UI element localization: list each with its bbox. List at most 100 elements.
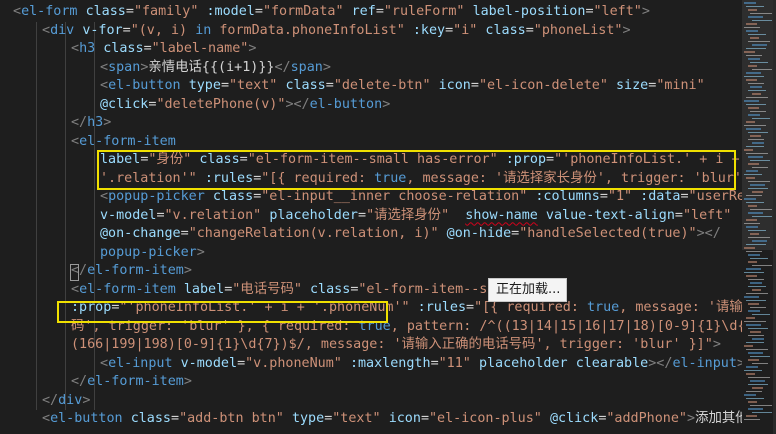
code-token: "left"	[593, 4, 642, 19]
code-line: <el-input v-model="v.phoneNum" :maxlengt…	[100, 355, 745, 374]
code-token: class	[285, 78, 326, 93]
minimap-line	[752, 264, 772, 266]
code-token: :rules	[417, 300, 467, 315]
highlight-box-phone-prop	[57, 301, 388, 323]
code-token: "v.relation"	[164, 207, 262, 223]
minimap-line	[750, 331, 761, 333]
minimap-line	[744, 51, 755, 53]
code-line: <popup-picker class = "el-input__inner cho…	[100, 188, 776, 207]
minimap-line	[746, 54, 762, 56]
code-token: icon	[388, 411, 421, 426]
code-token: =	[674, 207, 683, 223]
minimap-line	[746, 366, 758, 368]
minimap-line	[746, 415, 757, 417]
minimap-line	[744, 222, 760, 224]
code-token: >	[622, 22, 631, 38]
code-token: icon	[438, 78, 471, 93]
code-token: </	[71, 115, 88, 130]
minimap-line	[748, 261, 757, 263]
minimap-line	[750, 233, 759, 235]
minimap-line	[748, 236, 770, 238]
minimap-line	[746, 47, 766, 49]
code-token: v-model	[180, 355, 238, 371]
minimap-line	[746, 250, 762, 252]
minimap-line	[746, 268, 761, 270]
code-token: =	[525, 22, 534, 38]
code-token: ></	[648, 355, 673, 371]
code-token: "left"	[682, 207, 732, 223]
code-token: </	[274, 59, 291, 75]
minimap-line	[746, 79, 757, 81]
code-token: label	[183, 281, 225, 297]
minimap-line	[750, 110, 766, 112]
minimap-line	[746, 145, 764, 147]
code-token: ></	[696, 226, 721, 241]
minimap-line	[750, 380, 765, 382]
code-editor[interactable]: <el-form class="family" :model="formData…	[0, 0, 776, 434]
code-line: <el-form class="family" :model="formData…	[13, 3, 650, 22]
minimap-line	[748, 334, 764, 336]
minimap-line	[746, 341, 764, 343]
code-token: value-text-align	[545, 207, 675, 223]
code-token: label-position	[472, 4, 586, 19]
minimap-line	[744, 149, 753, 151]
minimap-line	[748, 229, 766, 231]
minimap-line	[746, 243, 766, 245]
minimap-line	[750, 135, 761, 137]
minimap-line	[744, 2, 756, 4]
code-token: "delete-btn"	[333, 78, 431, 93]
code-line: </h3>	[71, 114, 111, 133]
code-token: >	[641, 4, 650, 19]
code-token: el-form	[21, 4, 78, 19]
minimap[interactable]	[742, 0, 776, 434]
minimap-line	[746, 373, 755, 375]
minimap-line	[744, 75, 764, 77]
minimap-line	[752, 93, 761, 95]
code-token: formData.phoneInfoList"	[211, 22, 405, 38]
minimap-line	[746, 121, 755, 123]
minimap-line	[752, 215, 772, 217]
code-token: <	[13, 4, 22, 19]
code-token: >	[382, 96, 391, 112]
code-token: "label-name"	[151, 41, 249, 56]
minimap-line	[748, 156, 763, 158]
code-token: el-input	[672, 355, 737, 371]
code-token: <	[42, 411, 51, 426]
code-token: el-form-item	[79, 133, 176, 149]
code-token: =	[143, 41, 152, 56]
minimap-line	[748, 138, 764, 140]
minimap-line	[748, 303, 759, 305]
code-token: =	[220, 78, 229, 93]
code-line: <el-form-item	[71, 133, 176, 152]
code-token: 亲情电话{{(i+1)}}	[148, 59, 275, 75]
code-token: class	[212, 189, 254, 204]
minimap-line	[750, 86, 762, 88]
code-token: @on-hide	[446, 226, 512, 241]
code-token: el-form-item	[79, 281, 176, 297]
minimap-line	[744, 173, 762, 175]
code-token: =	[445, 22, 454, 38]
code-token: span	[290, 59, 323, 75]
minimap-line	[748, 163, 759, 165]
code-token: show-name	[465, 207, 538, 223]
minimap-line	[746, 292, 768, 294]
code-token: "text"	[229, 78, 278, 93]
minimap-line	[748, 359, 759, 361]
code-token: popup-picker	[108, 189, 205, 204]
code-token: =	[599, 189, 608, 204]
code-token: "1"	[607, 189, 633, 204]
code-token: >	[82, 392, 91, 408]
code-token: placeholder	[478, 355, 568, 371]
minimap-line	[746, 103, 766, 105]
minimap-line	[752, 338, 764, 340]
